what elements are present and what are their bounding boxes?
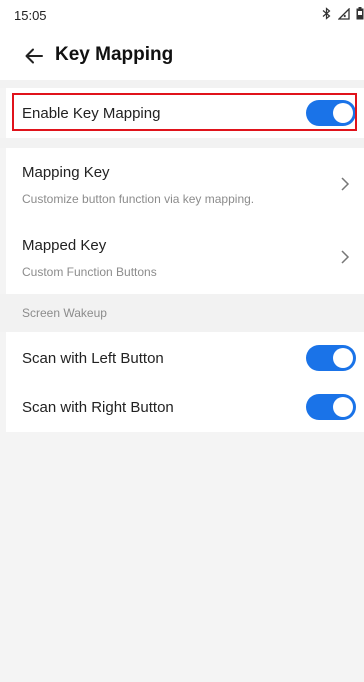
app-bar: Key Mapping <box>0 32 364 80</box>
mapped-key-row[interactable]: Mapped Key Custom Function Buttons <box>6 221 364 294</box>
page-title: Key Mapping <box>55 44 174 65</box>
scan-right-button-row[interactable]: Scan with Right Button <box>6 382 364 432</box>
section-title: Screen Wakeup <box>22 306 107 320</box>
scan-left-button-row[interactable]: Scan with Left Button <box>6 332 364 382</box>
arrow-left-icon <box>25 48 43 64</box>
toggle-knob <box>333 348 353 368</box>
scan-left-button-label: Scan with Left Button <box>22 350 164 367</box>
chevron-right-icon <box>341 177 350 191</box>
status-icons <box>322 7 364 23</box>
mapping-key-row[interactable]: Mapping Key Customize button function vi… <box>6 148 364 221</box>
divider <box>0 80 364 88</box>
mapping-key-description: Customize button function via key mappin… <box>22 192 255 206</box>
mapped-key-description: Custom Function Buttons <box>22 265 157 279</box>
screen-wakeup-card: Scan with Left Button Scan with Right Bu… <box>6 332 364 432</box>
scan-right-button-toggle[interactable] <box>306 394 356 420</box>
battery-icon <box>356 7 364 23</box>
chevron-right-icon <box>341 250 350 264</box>
section-header-screen-wakeup: Screen Wakeup <box>0 294 364 332</box>
back-button[interactable] <box>20 42 48 70</box>
status-bar: 15:05 <box>0 0 364 32</box>
bluetooth-icon <box>322 7 331 23</box>
divider <box>0 138 364 148</box>
toggle-knob <box>333 397 353 417</box>
mapping-key-label: Mapping Key <box>22 164 110 181</box>
status-time: 15:05 <box>14 8 47 23</box>
signal-icon <box>337 7 350 23</box>
highlight-box <box>12 93 357 131</box>
scan-right-button-label: Scan with Right Button <box>22 399 174 416</box>
scan-left-button-toggle[interactable] <box>306 345 356 371</box>
key-mapping-options-card: Mapping Key Customize button function vi… <box>6 148 364 294</box>
mapped-key-label: Mapped Key <box>22 237 107 254</box>
